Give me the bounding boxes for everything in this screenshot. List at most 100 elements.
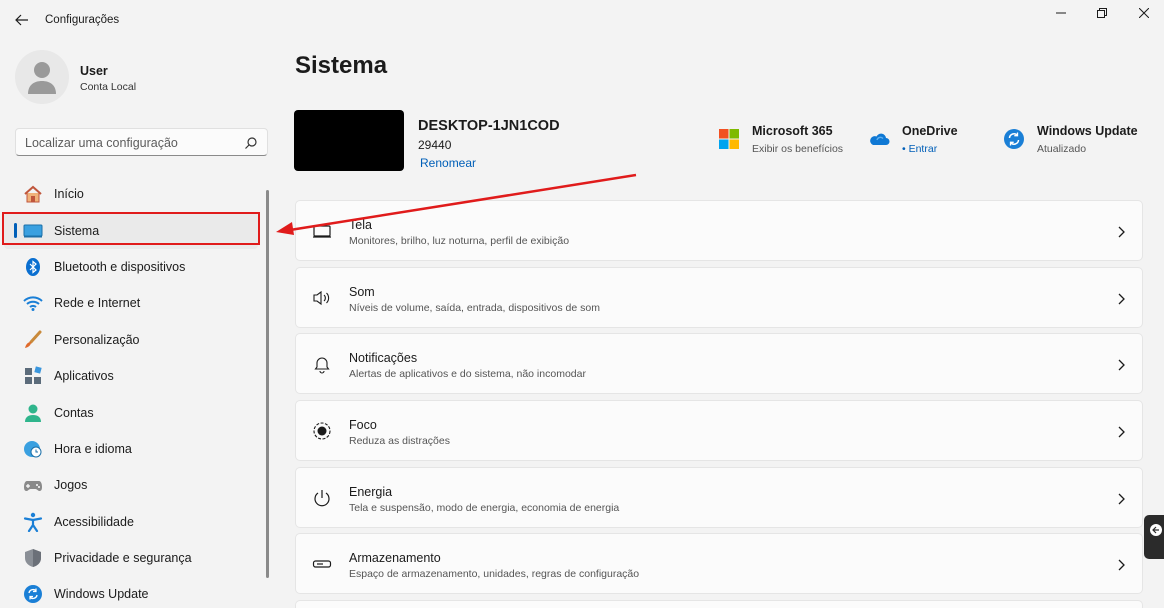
sidebar-item-label: Windows Update (54, 587, 149, 602)
settings-card-partial[interactable] (295, 600, 1143, 608)
card-title: Som (349, 284, 375, 299)
maximize-button[interactable] (1090, 4, 1114, 22)
sidebar-item-sistema[interactable]: Sistema (4, 212, 258, 249)
sidebar-item-label: Personalização (54, 332, 140, 347)
sidebar-item-rede[interactable]: Rede e Internet (0, 285, 262, 321)
back-arrow-icon (15, 14, 28, 26)
globe-clock-icon (23, 439, 43, 459)
chevron-right-icon (1118, 293, 1125, 305)
card-subtitle: Monitores, brilho, luz noturna, perfil d… (349, 235, 570, 247)
wifi-icon (23, 293, 43, 313)
storage-icon (312, 554, 332, 574)
quick-link-title: Microsoft 365 (752, 124, 833, 138)
sidebar-item-contas[interactable]: Contas (0, 394, 262, 430)
chevron-right-icon (1118, 359, 1125, 371)
settings-card-energia[interactable]: Energia Tela e suspensão, modo de energi… (295, 466, 1143, 528)
focus-icon (312, 421, 332, 441)
sidebar-item-hora[interactable]: Hora e idioma (0, 431, 262, 467)
sidebar-item-label: Aplicativos (54, 369, 114, 384)
sidebar-item-aplicativos[interactable]: Aplicativos (0, 358, 262, 394)
account-type: Conta Local (80, 81, 137, 93)
sidebar-item-privacidade[interactable]: Privacidade e segurança (0, 540, 262, 576)
card-title: Tela (349, 218, 372, 232)
power-icon (312, 488, 332, 508)
sidebar-item-bluetooth[interactable]: Bluetooth e dispositivos (0, 249, 262, 285)
remote-icon (1150, 524, 1162, 536)
home-icon (23, 184, 43, 204)
quick-link-title: Windows Update (1037, 124, 1138, 138)
shield-icon (23, 548, 43, 568)
search-placeholder: Localizar uma configuração (25, 136, 178, 150)
quick-link-subtitle: • Entrar (902, 143, 938, 155)
card-subtitle: Alertas de aplicativos e do sistema, não… (349, 368, 586, 381)
bluetooth-icon (23, 257, 43, 277)
settings-card-notificacoes[interactable]: Notificações Alertas de aplicativos e do… (295, 333, 1143, 395)
chevron-right-icon (1118, 226, 1125, 238)
quick-link-windows-update[interactable]: Windows Update Atualizado (1003, 124, 1143, 160)
quick-link-subtitle: Exibir os benefícios (752, 143, 844, 155)
avatar (15, 50, 69, 104)
card-title: Armazenamento (349, 551, 441, 566)
monitor-icon (23, 221, 43, 241)
sidebar-item-personalizacao[interactable]: Personalização (0, 322, 262, 358)
chevron-right-icon (1118, 559, 1125, 571)
sidebar-item-label: Contas (54, 405, 94, 420)
settings-card-som[interactable]: Som Níveis de volume, saída, entrada, di… (295, 266, 1143, 328)
settings-list: Tela Monitores, brilho, luz noturna, per… (295, 200, 1143, 608)
card-title: Notificações (349, 351, 418, 366)
sidebar-item-label: Privacidade e segurança (54, 551, 192, 566)
close-icon (1139, 8, 1149, 18)
user-name: User (80, 64, 108, 78)
sidebar-item-label: Acessibilidade (54, 514, 134, 529)
back-button[interactable] (12, 10, 32, 30)
rename-link[interactable]: Renomear (420, 156, 476, 170)
search-icon (245, 137, 257, 149)
settings-card-armazenamento[interactable]: Armazenamento Espaço de armazenamento, u… (295, 533, 1143, 595)
card-subtitle: Espaço de armazenamento, unidades, regra… (349, 568, 640, 581)
device-image (294, 110, 404, 171)
display-icon (312, 221, 332, 241)
accessibility-icon (23, 512, 43, 532)
sidebar-item-jogos[interactable]: Jogos (0, 467, 262, 503)
sidebar-scrollbar[interactable] (266, 190, 269, 578)
user-profile[interactable]: User Conta Local (15, 50, 255, 106)
sidebar-nav: Início Sistema Bluetooth e dispositivos … (0, 176, 262, 608)
minimize-icon (1056, 12, 1066, 14)
restore-icon (1097, 8, 1107, 18)
sidebar-item-label: Bluetooth e dispositivos (54, 259, 186, 274)
sidebar-item-label: Hora e idioma (54, 441, 132, 456)
speaker-icon (312, 288, 332, 308)
card-subtitle: Níveis de volume, saída, entrada, dispos… (349, 301, 600, 314)
sidebar: User Conta Local Localizar uma configura… (0, 40, 275, 608)
chevron-right-icon (1118, 493, 1125, 505)
quick-link-subtitle: Atualizado (1037, 143, 1087, 155)
minimize-button[interactable] (1049, 4, 1073, 22)
remote-control-tab[interactable] (1144, 515, 1164, 559)
microsoft-logo-icon (719, 129, 739, 149)
person-silhouette-icon (28, 62, 56, 94)
card-title: Energia (349, 484, 393, 499)
quick-link-onedrive[interactable]: OneDrive • Entrar (868, 124, 968, 160)
sidebar-item-inicio[interactable]: Início (0, 176, 262, 212)
apps-icon (23, 366, 43, 386)
sidebar-item-label: Jogos (54, 478, 88, 493)
settings-card-tela[interactable]: Tela Monitores, brilho, luz noturna, per… (295, 200, 1143, 261)
quick-link-microsoft365[interactable]: Microsoft 365 Exibir os benefícios (718, 124, 858, 160)
page-title: Sistema (295, 52, 388, 79)
sidebar-item-label: Início (54, 187, 84, 202)
active-indicator (14, 223, 17, 239)
settings-card-foco[interactable]: Foco Reduza as distrações (295, 400, 1143, 462)
search-input[interactable]: Localizar uma configuração (15, 128, 268, 156)
sidebar-item-windows-update[interactable]: Windows Update (0, 576, 262, 608)
person-icon (23, 403, 43, 423)
bell-icon (312, 354, 332, 374)
sidebar-item-label: Rede e Internet (54, 296, 141, 311)
gamepad-icon (23, 475, 43, 495)
quick-link-title: OneDrive (902, 124, 958, 138)
close-button[interactable] (1132, 4, 1156, 22)
app-title: Configurações (45, 14, 120, 26)
device-number: 29440 (418, 138, 452, 152)
title-bar: Configurações (0, 0, 1164, 40)
device-name: DESKTOP-1JN1COD (418, 118, 560, 134)
sidebar-item-acessibilidade[interactable]: Acessibilidade (0, 504, 262, 540)
